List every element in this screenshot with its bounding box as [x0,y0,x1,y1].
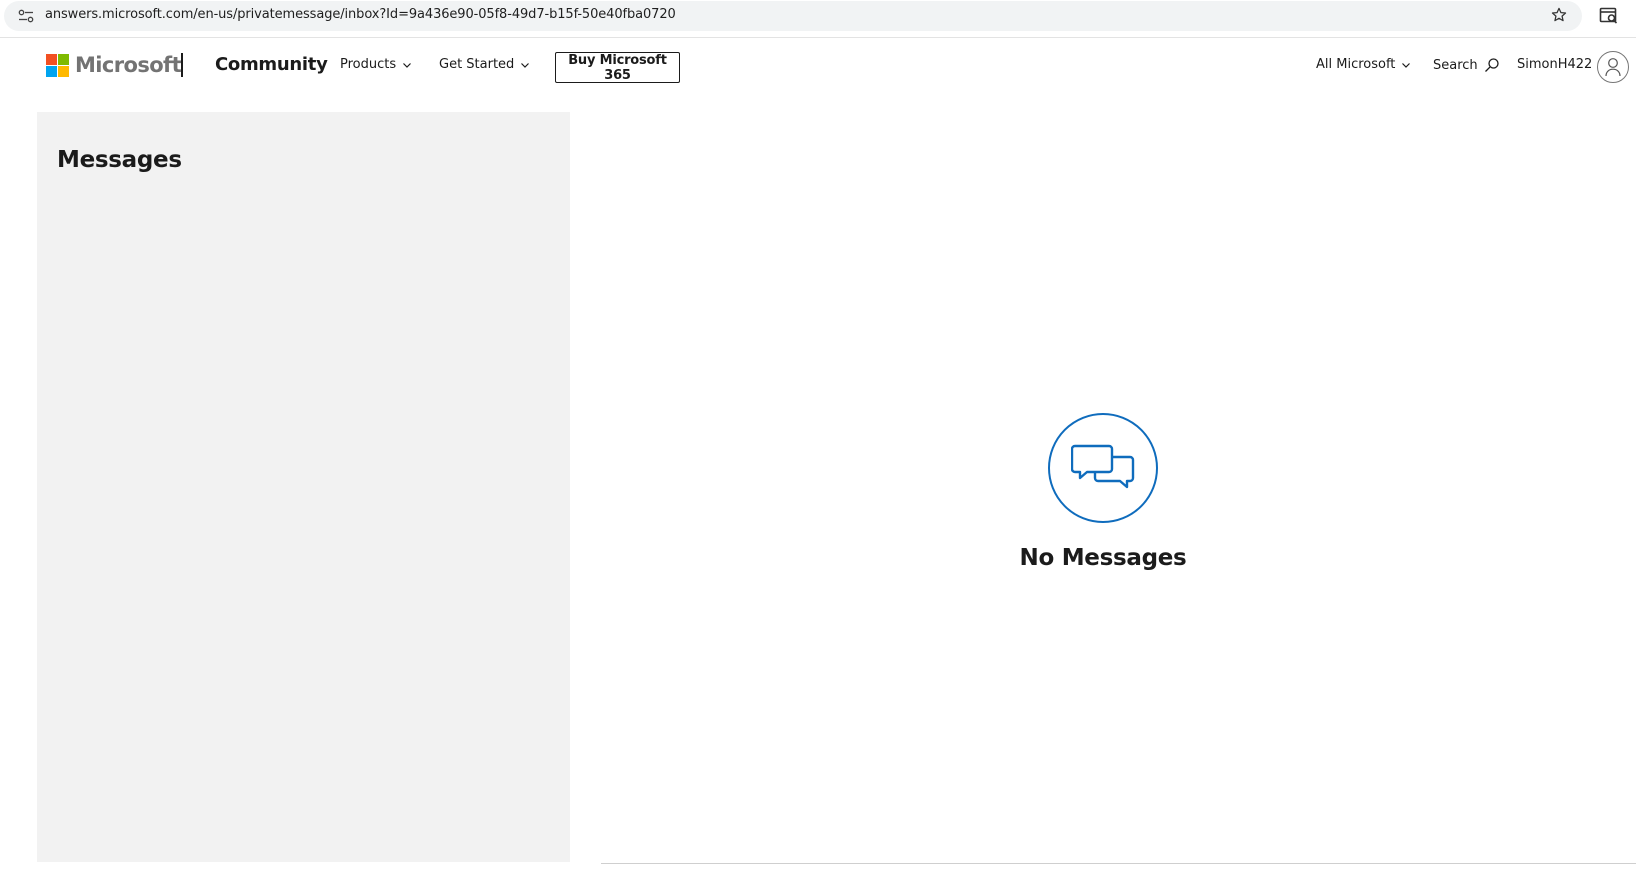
message-pane: No Messages [601,112,1636,864]
nav-products-label: Products [340,57,397,72]
empty-state-title: No Messages [1019,545,1187,571]
chat-bubbles-icon [1048,413,1158,523]
sidebar-title: Messages [57,147,182,173]
site-header: Microsoft Community Products Get Started… [0,39,1636,99]
messages-sidebar: Messages [37,112,570,862]
nav-get-started-label: Get Started [439,57,515,72]
search-button[interactable]: Search [1433,57,1500,73]
site-info-icon[interactable] [18,9,34,23]
browser-toolbar: answers.microsoft.com/en-us/privatemessa… [0,0,1636,38]
tab-search-icon[interactable] [1599,7,1619,25]
chevron-down-icon [521,62,530,68]
user-icon [1605,58,1621,77]
all-microsoft-label: All Microsoft [1316,57,1396,72]
nav-get-started[interactable]: Get Started [439,57,530,72]
community-home-link[interactable]: Community [215,54,328,75]
bookmark-star-icon[interactable] [1550,6,1568,24]
username[interactable]: SimonH422 [1517,57,1592,72]
search-icon [1484,58,1499,72]
microsoft-logo-icon[interactable] [46,54,69,77]
microsoft-wordmark[interactable]: Microsoft [75,53,182,77]
search-label: Search [1433,57,1478,73]
header-divider [181,53,183,77]
divider [601,863,1636,864]
buy-microsoft-365-button[interactable]: Buy Microsoft 365 [555,52,680,83]
address-bar[interactable]: answers.microsoft.com/en-us/privatemessa… [4,1,1582,31]
avatar[interactable] [1597,51,1629,83]
all-microsoft-menu[interactable]: All Microsoft [1316,57,1411,72]
nav-products[interactable]: Products [340,57,412,72]
chevron-down-icon [1402,62,1411,68]
url-text[interactable]: answers.microsoft.com/en-us/privatemessa… [45,7,676,22]
chevron-down-icon [403,62,412,68]
